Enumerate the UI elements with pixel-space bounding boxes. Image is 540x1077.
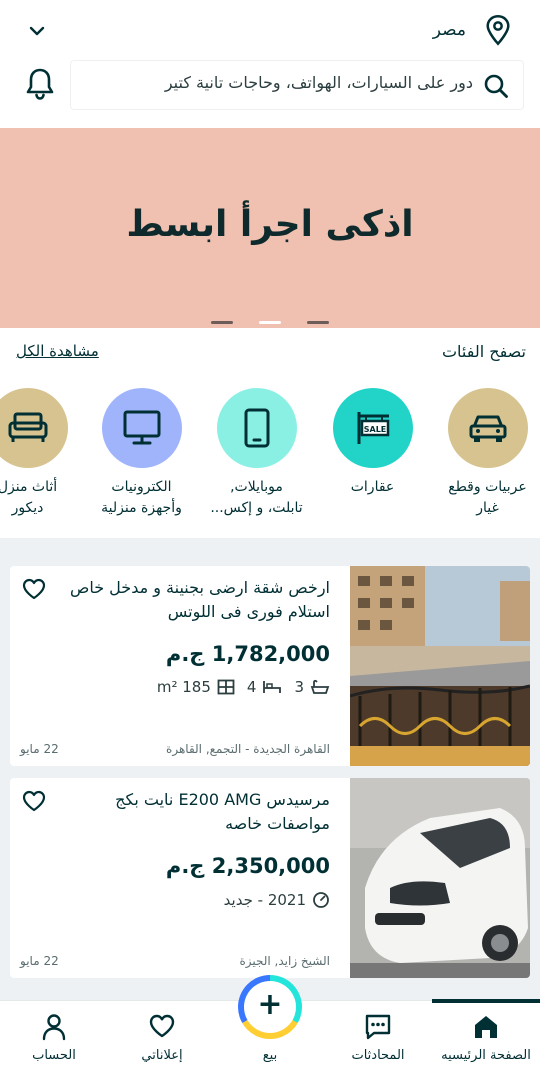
car-icon <box>469 415 506 442</box>
listing-features: 3 4 185 m² <box>157 678 330 696</box>
category-label-line: وأجهزة منزلية <box>101 500 182 516</box>
category-label-line: تابلت، و إكس... <box>210 500 303 516</box>
category-label-line: موبايلات, <box>230 479 283 495</box>
bathtub-icon <box>310 679 330 694</box>
notification-bell-icon[interactable] <box>24 66 56 102</box>
category-icon-circle <box>0 388 68 468</box>
monitor-icon <box>123 410 160 445</box>
location-pin-icon <box>486 15 510 46</box>
listing-card[interactable]: ارخص شقة ارضى بجنينة و مدخل خاص استلام ف… <box>10 566 530 766</box>
chevron-down-icon[interactable] <box>28 24 46 38</box>
listing-date: 22 مايو <box>20 742 59 756</box>
listing-title[interactable]: ارخص شقة ارضى بجنينة و مدخل خاص استلام ف… <box>50 576 330 624</box>
category-icon-circle <box>101 388 182 468</box>
chat-icon <box>365 1014 391 1040</box>
carousel-dot[interactable] <box>307 321 329 324</box>
speedometer-icon <box>313 892 329 908</box>
category-label: عقارات <box>315 477 430 498</box>
top-header: مصر <box>0 0 540 128</box>
sell-button[interactable]: + <box>238 975 302 1039</box>
listing-title[interactable]: مرسيدس E200 AMG نايت بكج مواصفات خاصه <box>50 788 330 836</box>
bottom-navigation: الصفحة الرئيسيه المحادثات + بيع إعلاناتي… <box>0 975 540 1077</box>
listing-price: 2,350,000 ج.م <box>165 854 330 878</box>
banner-slogan: اذكى اجرأ ابسط <box>126 204 414 245</box>
year-condition: 2021 - جديد <box>223 891 306 909</box>
category-label-line: ديكور <box>11 500 44 516</box>
carousel-dot-active[interactable] <box>259 321 281 324</box>
category-furniture[interactable]: أثاث منزل ديكور <box>0 388 85 519</box>
listing-details: ارخص شقة ارضى بجنينة و مدخل خاص استلام ف… <box>10 566 350 766</box>
sell-button-inner: + <box>244 981 296 1033</box>
location-selector[interactable]: مصر <box>0 10 540 54</box>
listing-date: 22 مايو <box>20 954 59 968</box>
category-label: الكترونيات وأجهزة منزلية <box>84 477 199 519</box>
bed-icon <box>263 681 282 693</box>
listing-price: 1,782,000 ج.م <box>165 642 330 666</box>
search-row <box>0 58 540 114</box>
user-icon <box>42 1014 66 1041</box>
category-icon-circle <box>216 388 297 468</box>
home-icon <box>475 1016 497 1038</box>
promo-banner[interactable]: اذكى اجرأ ابسط <box>0 128 540 328</box>
sofa-icon <box>8 412 47 442</box>
listing-photo[interactable] <box>350 778 530 978</box>
category-label-line: الكترونيات <box>111 479 172 495</box>
location-label: مصر <box>432 20 466 40</box>
listing-features: 2021 - جديد <box>224 891 330 909</box>
category-label: أثاث منزل ديكور <box>0 477 85 519</box>
nav-sell[interactable]: + بيع <box>216 975 324 1077</box>
mobile-icon <box>244 408 269 448</box>
area-grid-icon <box>217 679 235 695</box>
category-mobiles[interactable]: موبايلات, تابلت، و إكس... <box>199 388 314 519</box>
listing-location: القاهرة الجديدة - التجمع, القاهرة <box>166 742 330 756</box>
nav-my-ads-label: إعلاناتي <box>141 1048 183 1063</box>
categories-section: تصفح الفئات مشاهدة الكل عربيات وقطع غيار… <box>0 328 540 538</box>
nav-my-ads[interactable]: إعلاناتي <box>108 1001 216 1077</box>
bath-count: 3 <box>294 678 304 696</box>
nav-account-label: الحساب <box>32 1048 76 1063</box>
bed-count: 4 <box>246 678 257 696</box>
listing-location: الشيخ زايد, الجيزة <box>239 954 330 968</box>
category-electronics[interactable]: الكترونيات وأجهزة منزلية <box>84 388 199 519</box>
nav-sell-label: بيع <box>262 1048 278 1063</box>
heart-icon <box>149 1014 175 1038</box>
category-label-line: عربيات وقطع <box>448 479 527 495</box>
sale-sign-icon: SALE <box>357 412 389 444</box>
search-icon[interactable] <box>483 73 509 99</box>
nav-home-label: الصفحة الرئيسيه <box>441 1048 531 1063</box>
search-bar[interactable] <box>70 60 524 110</box>
nav-chats-label: المحادثات <box>351 1048 405 1063</box>
category-icon-circle <box>447 388 528 468</box>
category-label-line: غيار <box>476 500 499 516</box>
favorite-heart-icon[interactable] <box>22 578 46 600</box>
nav-account[interactable]: الحساب <box>0 1001 108 1077</box>
nav-home[interactable]: الصفحة الرئيسيه <box>432 1001 540 1077</box>
nav-chats[interactable]: المحادثات <box>324 1001 432 1077</box>
svg-text:SALE: SALE <box>363 425 386 434</box>
plus-icon: + <box>257 987 283 1022</box>
search-input[interactable] <box>81 73 473 92</box>
favorite-heart-icon[interactable] <box>22 790 46 812</box>
car-photo-image <box>350 778 530 978</box>
category-vehicles[interactable]: عربيات وقطع غيار <box>430 388 540 519</box>
listing-photo[interactable] <box>350 566 530 766</box>
category-label: موبايلات, تابلت، و إكس... <box>199 477 314 519</box>
categories-header: تصفح الفئات مشاهدة الكل <box>16 342 526 366</box>
category-label-line: أثاث منزل <box>0 479 58 495</box>
category-real-estate[interactable]: SALE عقارات <box>315 388 430 498</box>
category-icon-circle: SALE <box>332 388 413 468</box>
categories-title: تصفح الفئات <box>441 342 526 361</box>
carousel-indicators <box>0 321 540 324</box>
listing-details: مرسيدس E200 AMG نايت بكج مواصفات خاصه 2,… <box>10 778 350 978</box>
category-label: عربيات وقطع غيار <box>430 477 540 519</box>
listing-card[interactable]: مرسيدس E200 AMG نايت بكج مواصفات خاصه 2,… <box>10 778 530 978</box>
view-all-link[interactable]: مشاهدة الكل <box>16 342 99 360</box>
category-label-line: عقارات <box>350 479 395 495</box>
carousel-dot[interactable] <box>211 321 233 324</box>
apartment-photo-image <box>350 566 530 766</box>
area-value: 185 m² <box>156 678 211 696</box>
